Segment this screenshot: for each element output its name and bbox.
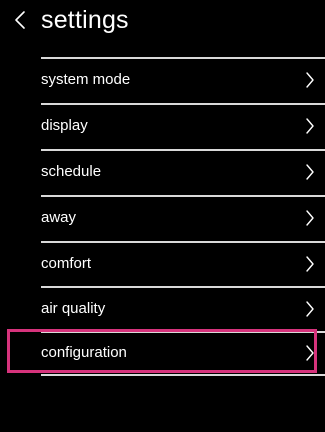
menu-item-configuration[interactable]: configuration — [0, 331, 325, 375]
chevron-right-icon — [305, 344, 315, 362]
chevron-right-icon — [305, 300, 315, 318]
chevron-right-icon — [305, 71, 315, 89]
menu-item-comfort[interactable]: comfort — [0, 242, 325, 286]
menu-item-label: air quality — [41, 300, 106, 317]
menu-item-display[interactable]: display — [0, 104, 325, 148]
chevron-right-icon — [305, 163, 315, 181]
chevron-right-icon — [305, 255, 315, 273]
menu-item-system-mode[interactable]: system mode — [0, 58, 325, 102]
menu-item-label: schedule — [41, 163, 102, 180]
menu-item-schedule[interactable]: schedule — [0, 150, 325, 194]
settings-menu: system mode display schedule away comfor… — [0, 0, 325, 432]
menu-item-away[interactable]: away — [0, 196, 325, 240]
divider — [41, 374, 325, 376]
menu-item-label: comfort — [41, 255, 92, 272]
menu-item-label: away — [41, 209, 77, 226]
menu-item-label: system mode — [41, 71, 131, 88]
menu-item-label: display — [41, 117, 88, 134]
menu-item-label: configuration — [41, 344, 127, 361]
chevron-right-icon — [305, 117, 315, 135]
chevron-right-icon — [305, 209, 315, 227]
menu-item-air-quality[interactable]: air quality — [0, 287, 325, 331]
